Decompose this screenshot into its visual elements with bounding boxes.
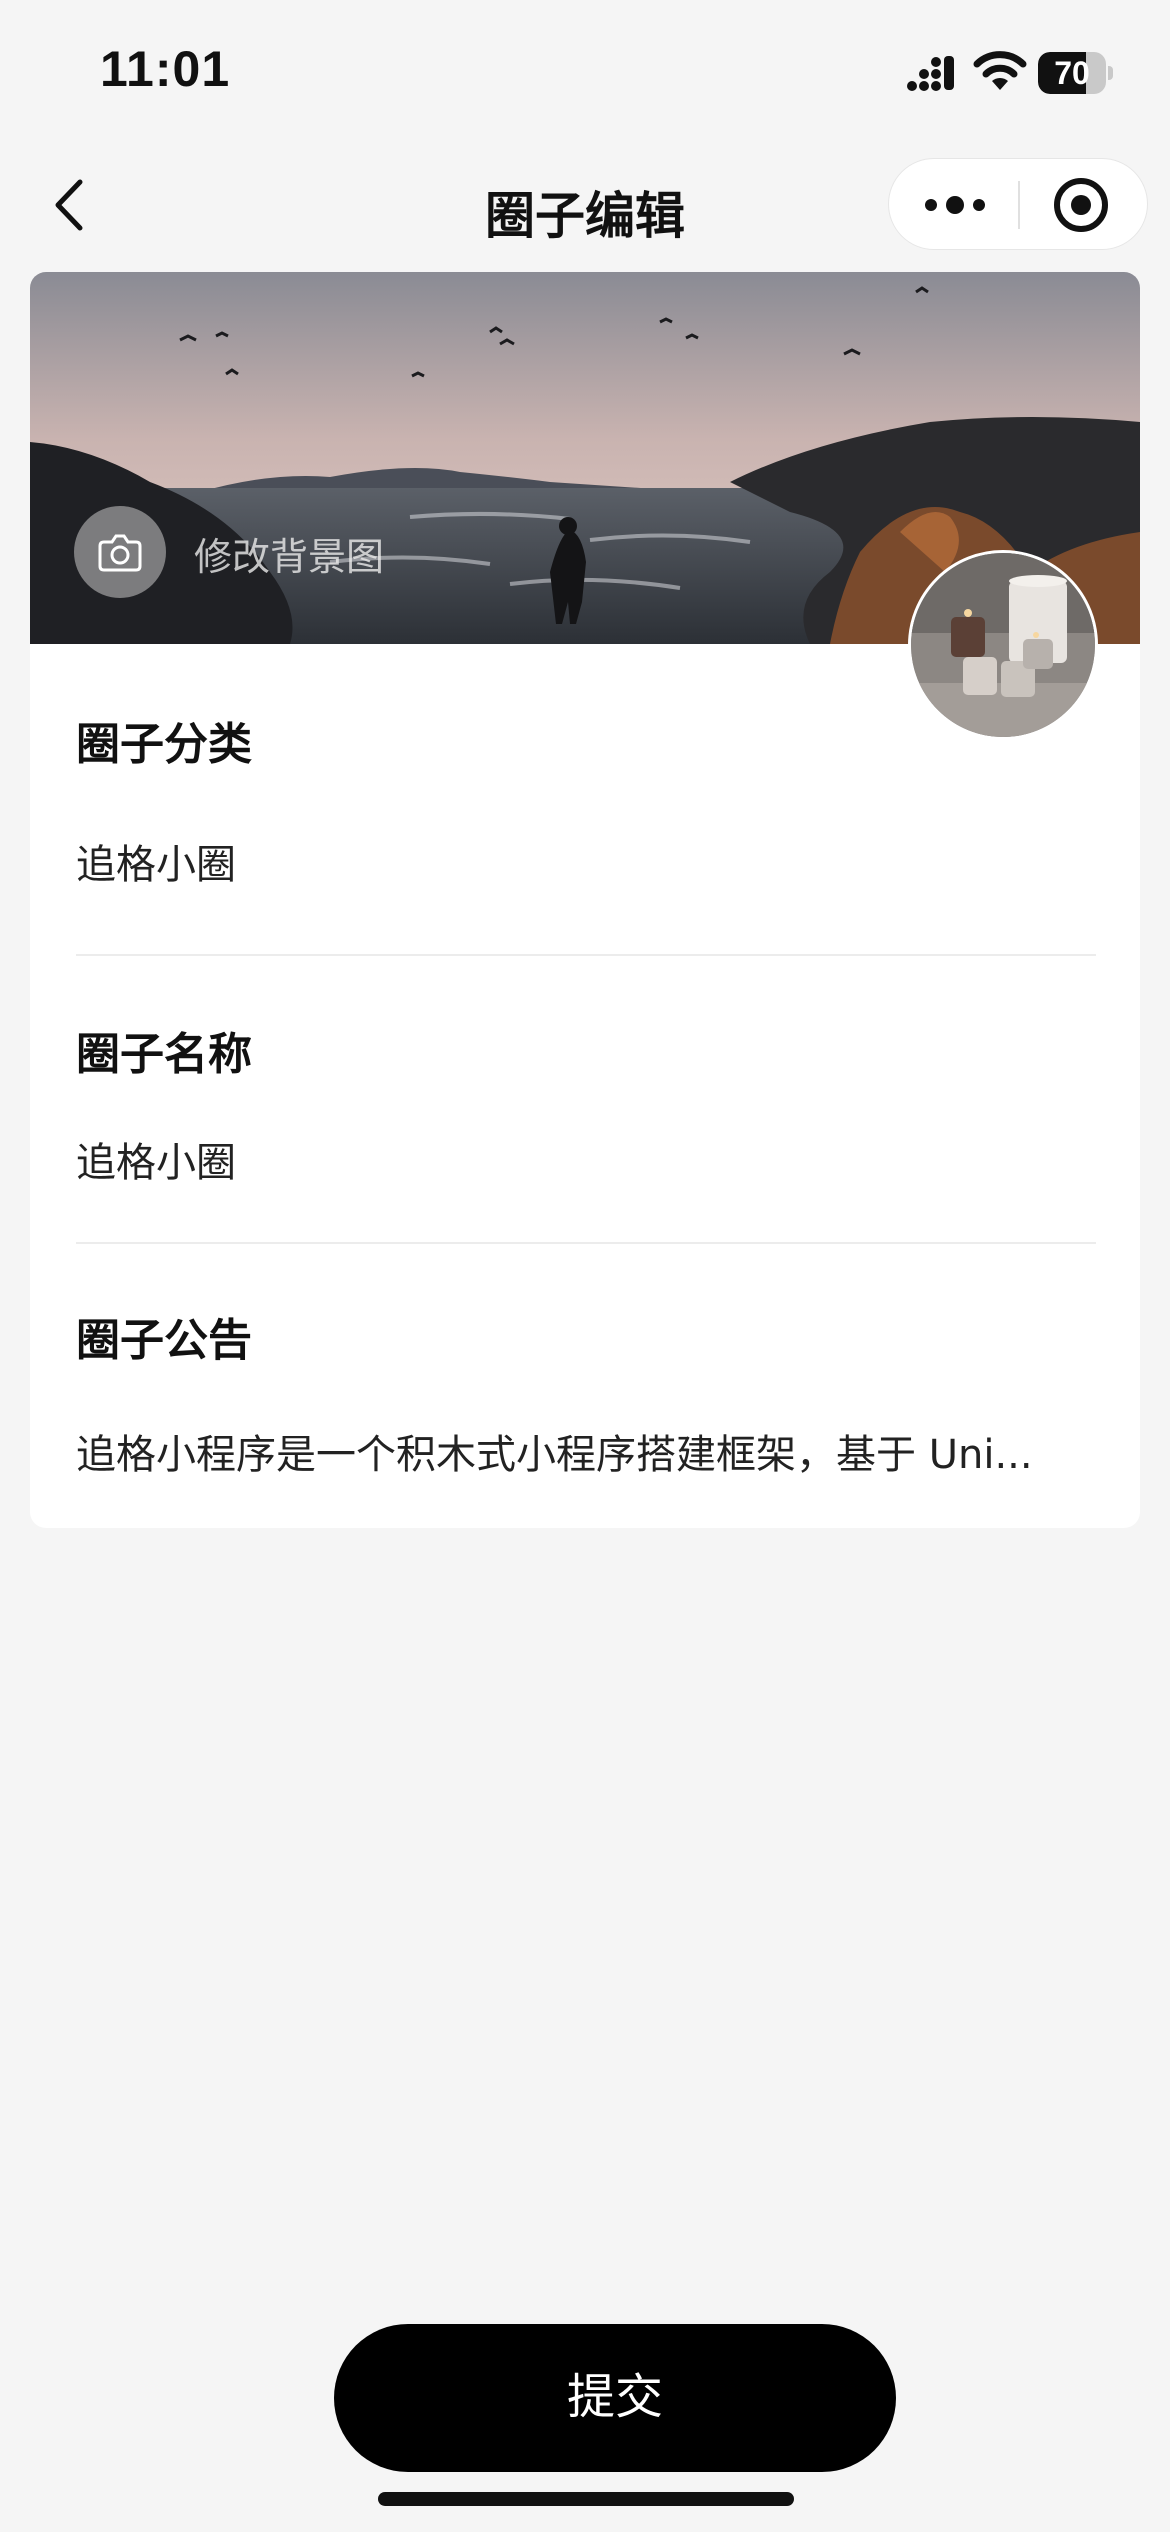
status-time: 11:01 [100,41,231,97]
field-notice: 圈子公告 追格小程序是一个积木式小程序搭建框架，基于 Uni... [76,1304,1096,1478]
page: 11:01 70 圈子编辑 修改背景图 圈子分类 追格小圈 圈子名称 追格小圈 … [0,0,1170,2532]
battery-level: 70 [1054,55,1090,91]
target-close-icon[interactable] [1051,175,1111,235]
field-label: 圈子分类 [76,719,252,770]
notice-input[interactable]: 追格小程序是一个积木式小程序搭建框架，基于 Uni... [76,1422,1096,1480]
divider [76,954,1096,956]
category-select[interactable]: 追格小圈 [76,832,1096,890]
capsule-divider [1018,181,1020,229]
battery-icon: 70 [1038,52,1113,94]
mini-program-capsule [888,158,1148,250]
divider [76,1242,1096,1244]
field-label: 圈子名称 [76,1029,252,1080]
signal-icon [907,56,954,91]
status-bar: 11:01 70 [0,0,1170,140]
more-dots-icon[interactable] [915,175,995,235]
wifi-icon [973,51,1027,90]
change-background-label: 修改背景图 [194,535,385,579]
field-label: 圈子公告 [76,1315,252,1366]
field-name: 圈子名称 追格小圈 [76,1018,1096,1186]
name-input[interactable]: 追格小圈 [76,1130,1096,1188]
submit-button[interactable]: 提交 [334,2324,896,2472]
field-category: 圈子分类 追格小圈 [76,708,1096,888]
camera-icon [74,506,166,598]
home-indicator [378,2492,794,2506]
nav-bar: 圈子编辑 [0,140,1170,270]
edit-card: 修改背景图 圈子分类 追格小圈 圈子名称 追格小圈 圈子公告 追格小程序是一个积… [30,272,1140,1528]
